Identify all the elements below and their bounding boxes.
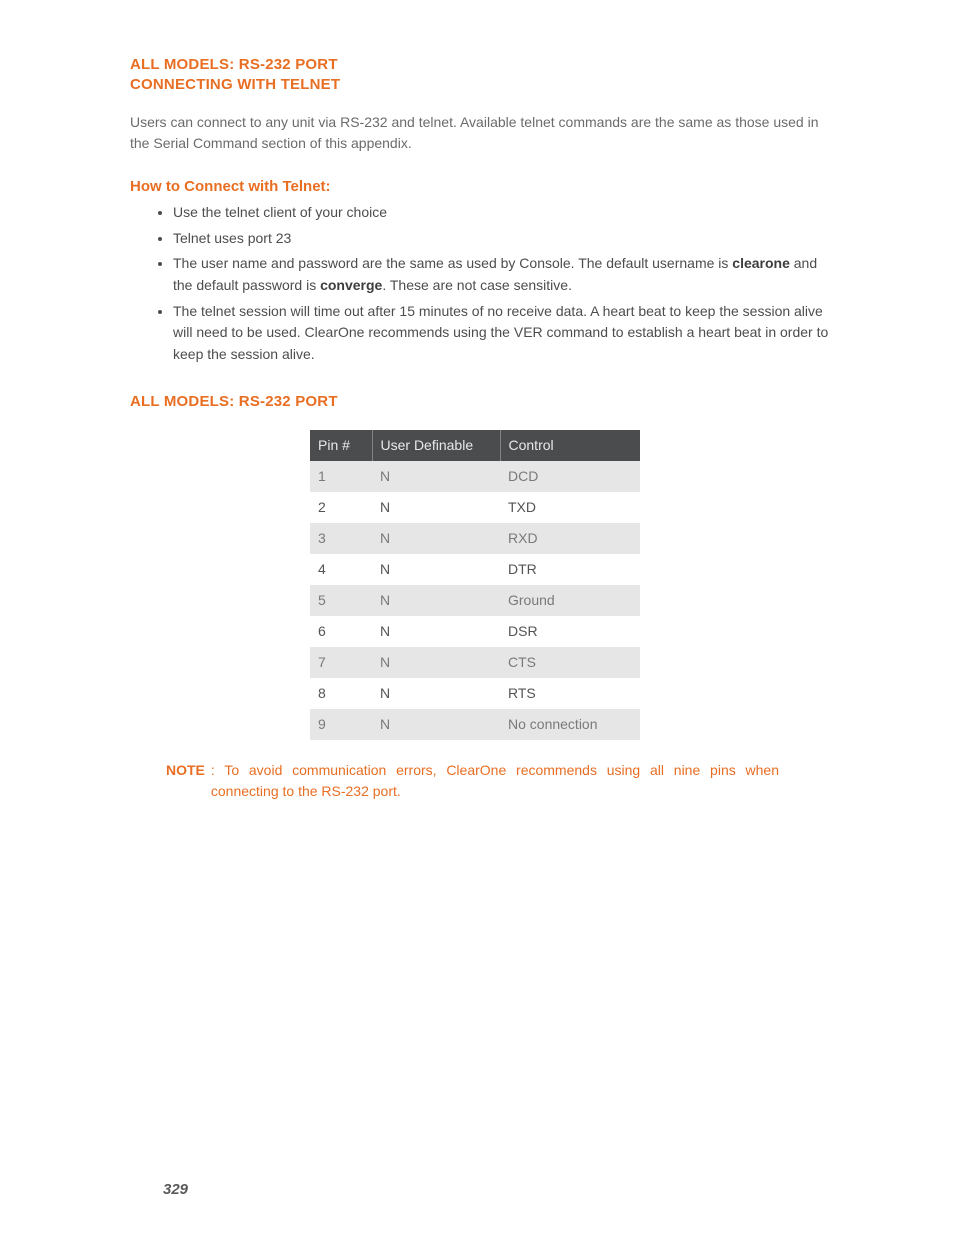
cell-ud: N <box>372 709 500 740</box>
cell-ctrl: DTR <box>500 554 640 585</box>
cell-ctrl: Ground <box>500 585 640 616</box>
cell-ud: N <box>372 585 500 616</box>
page-number: 329 <box>163 1179 188 1202</box>
col-header-pin: Pin # <box>310 430 372 461</box>
table-row: 5NGround <box>310 585 640 616</box>
col-header-control: Control <box>500 430 640 461</box>
cell-pin: 9 <box>310 709 372 740</box>
cell-pin: 2 <box>310 492 372 523</box>
table-row: 9NNo connection <box>310 709 640 740</box>
cell-pin: 8 <box>310 678 372 709</box>
table-row: 2NTXD <box>310 492 640 523</box>
table-row: 7NCTS <box>310 647 640 678</box>
table-row: 3NRXD <box>310 523 640 554</box>
cell-ud: N <box>372 616 500 647</box>
cell-ud: N <box>372 678 500 709</box>
cell-pin: 3 <box>310 523 372 554</box>
list-item: Telnet uses port 23 <box>173 228 839 250</box>
cell-ctrl: RXD <box>500 523 640 554</box>
cell-ctrl: TXD <box>500 492 640 523</box>
note-label: NOTE <box>166 760 205 802</box>
heading-line-1: ALL MODELS: RS-232 PORT <box>130 56 338 73</box>
rs232-pin-table: Pin # User Definable Control 1NDCD 2NTXD… <box>310 430 640 740</box>
list-item: The user name and password are the same … <box>173 253 839 296</box>
table-row: 6NDSR <box>310 616 640 647</box>
section-heading-rs232-telnet: ALL MODELS: RS-232 PORT CONNECTING WITH … <box>130 55 839 96</box>
text: The user name and password are the same … <box>173 255 732 271</box>
cell-ud: N <box>372 492 500 523</box>
note-text: : To avoid communication errors, ClearOn… <box>211 760 839 802</box>
note-block: NOTE : To avoid communication errors, Cl… <box>166 760 839 802</box>
cell-ud: N <box>372 554 500 585</box>
col-header-user-definable: User Definable <box>372 430 500 461</box>
heading-line-2: CONNECTING WITH TELNET <box>130 76 340 93</box>
bold-username: clearone <box>732 255 790 271</box>
list-item: Use the telnet client of your choice <box>173 202 839 224</box>
text: . These are not case sensitive. <box>382 277 572 293</box>
section-heading-rs232-port: ALL MODELS: RS-232 PORT <box>130 392 839 412</box>
cell-ctrl: DSR <box>500 616 640 647</box>
telnet-instructions-list: Use the telnet client of your choice Tel… <box>130 202 839 366</box>
cell-ud: N <box>372 461 500 492</box>
list-item: The telnet session will time out after 1… <box>173 301 839 366</box>
bold-password: converge <box>320 277 382 293</box>
intro-paragraph: Users can connect to any unit via RS-232… <box>130 112 839 154</box>
cell-ctrl: CTS <box>500 647 640 678</box>
cell-pin: 1 <box>310 461 372 492</box>
table-header-row: Pin # User Definable Control <box>310 430 640 461</box>
cell-pin: 5 <box>310 585 372 616</box>
table-row: 8NRTS <box>310 678 640 709</box>
cell-ctrl: No connection <box>500 709 640 740</box>
table-row: 1NDCD <box>310 461 640 492</box>
cell-pin: 4 <box>310 554 372 585</box>
cell-pin: 6 <box>310 616 372 647</box>
cell-ud: N <box>372 523 500 554</box>
cell-ctrl: RTS <box>500 678 640 709</box>
table-row: 4NDTR <box>310 554 640 585</box>
cell-pin: 7 <box>310 647 372 678</box>
cell-ctrl: DCD <box>500 461 640 492</box>
subheading-how-to-connect: How to Connect with Telnet: <box>130 176 839 199</box>
cell-ud: N <box>372 647 500 678</box>
